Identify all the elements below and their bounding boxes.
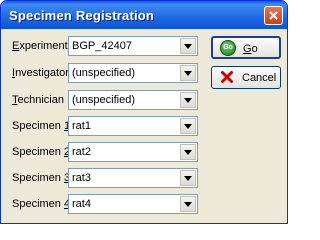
specimen-1-label: Specimen 1 xyxy=(12,120,70,132)
specimen-3-combobox[interactable]: rat3 xyxy=(68,168,198,188)
close-icon xyxy=(269,11,278,20)
chevron-down-icon xyxy=(184,176,192,181)
close-button[interactable] xyxy=(264,6,283,25)
cancel-button[interactable]: Cancel xyxy=(211,66,281,89)
experiment-value: BGP_42407 xyxy=(72,40,132,52)
specimen-1-combobox[interactable]: rat1 xyxy=(68,116,198,136)
specimen-2-combobox[interactable]: rat2 xyxy=(68,142,198,162)
go-icon: Go xyxy=(220,40,236,56)
dialog-window: Specimen Registration Experiment BGP_424… xyxy=(0,0,288,224)
investigator-value: (unspecified) xyxy=(72,67,135,79)
specimen-4-dropdown-button[interactable] xyxy=(180,196,196,212)
specimen-3-value: rat3 xyxy=(72,172,91,184)
go-button-label: Go xyxy=(243,43,258,55)
chevron-down-icon xyxy=(184,124,192,129)
specimen-2-value: rat2 xyxy=(72,146,91,158)
technician-label: Technician xyxy=(12,94,64,106)
experiment-dropdown-button[interactable] xyxy=(180,38,196,54)
specimen-3-row: Specimen 3 rat3 xyxy=(4,168,204,190)
chevron-down-icon xyxy=(184,98,192,103)
window-title: Specimen Registration xyxy=(9,8,155,23)
chevron-down-icon xyxy=(184,71,192,76)
investigator-label: Investigator xyxy=(12,67,69,79)
specimen-3-dropdown-button[interactable] xyxy=(180,170,196,186)
investigator-combobox[interactable]: (unspecified) xyxy=(68,63,198,83)
technician-combobox[interactable]: (unspecified) xyxy=(68,90,198,110)
technician-value: (unspecified) xyxy=(72,94,135,106)
specimen-2-dropdown-button[interactable] xyxy=(180,144,196,160)
specimen-4-combobox[interactable]: rat4 xyxy=(68,194,198,214)
chevron-down-icon xyxy=(184,44,192,49)
experiment-row: Experiment BGP_42407 xyxy=(4,36,204,58)
investigator-dropdown-button[interactable] xyxy=(180,65,196,81)
specimen-1-value: rat1 xyxy=(72,120,91,132)
cancel-button-label: Cancel xyxy=(242,72,277,84)
specimen-2-label: Specimen 2 xyxy=(12,146,70,158)
specimen-4-value: rat4 xyxy=(72,198,91,210)
chevron-down-icon xyxy=(184,202,192,207)
title-bar[interactable]: Specimen Registration xyxy=(1,1,287,29)
specimen-4-label: Specimen 4 xyxy=(12,198,70,210)
dialog-body: Experiment BGP_42407 Investigator (unspe… xyxy=(4,29,284,221)
specimen-4-row: Specimen 4 rat4 xyxy=(4,194,204,216)
experiment-combobox[interactable]: BGP_42407 xyxy=(68,36,198,56)
specimen-2-row: Specimen 2 rat2 xyxy=(4,142,204,164)
x-icon xyxy=(221,71,233,83)
technician-row: Technician (unspecified) xyxy=(4,90,204,112)
investigator-row: Investigator (unspecified) xyxy=(4,63,204,85)
experiment-label: Experiment xyxy=(12,40,68,52)
specimen-1-dropdown-button[interactable] xyxy=(180,118,196,134)
specimen-3-label: Specimen 3 xyxy=(12,172,70,184)
go-button[interactable]: Go Go xyxy=(211,36,281,59)
specimen-1-row: Specimen 1 rat1 xyxy=(4,116,204,138)
chevron-down-icon xyxy=(184,150,192,155)
technician-dropdown-button[interactable] xyxy=(180,92,196,108)
